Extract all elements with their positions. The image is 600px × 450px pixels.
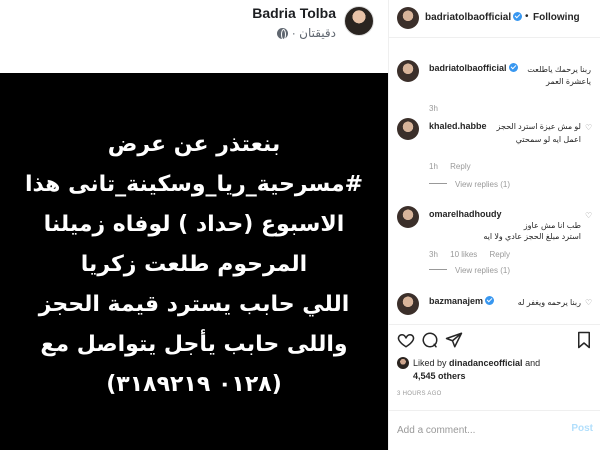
comment-meta: 3h bbox=[429, 104, 448, 113]
instagram-header: badriatolbaofficial • Following bbox=[389, 0, 600, 38]
post-image[interactable]: بنعتذر عن عرض #مسرحية_ريا_وسكينة_تانى هذ… bbox=[0, 73, 388, 450]
like-comment-heart-icon[interactable]: ♡ bbox=[585, 299, 593, 307]
heart-icon[interactable] bbox=[397, 331, 415, 349]
comment-text: استرد مبلغ الحجز عادي ولا ايه bbox=[483, 232, 581, 241]
comment-time[interactable]: 3h bbox=[429, 250, 438, 259]
image-text-line: اللي حابب يسترد قيمة الحجز bbox=[38, 292, 350, 317]
reply-link[interactable]: Reply bbox=[450, 162, 470, 171]
image-text-line: بنعتذر عن عرض bbox=[107, 132, 281, 157]
likes-count[interactable]: 4,545 others bbox=[413, 371, 466, 381]
post-time[interactable]: دقيقتان · bbox=[292, 26, 336, 40]
header-separator: • bbox=[525, 11, 529, 22]
comment-meta: 1h Reply bbox=[429, 162, 481, 171]
image-text-line: (٠١٢٨ ٣١٨٩٢١٩) bbox=[106, 372, 282, 397]
liker-avatar[interactable] bbox=[397, 357, 409, 369]
like-comment-heart-icon[interactable]: ♡ bbox=[585, 212, 593, 220]
commenter-avatar[interactable] bbox=[397, 293, 419, 315]
comment-text: ربنا يرحمك ياطلعت bbox=[527, 65, 591, 74]
username-text: badriatolbaofficial bbox=[429, 63, 507, 73]
username-text: badriatolbaofficial bbox=[425, 12, 512, 23]
liked-by-line: Liked by dinadanceofficial and bbox=[413, 358, 540, 368]
comment-time[interactable]: 1h bbox=[429, 162, 438, 171]
comment-text: ياعشرة العمر bbox=[546, 77, 591, 86]
commenter-username[interactable]: badriatolbaofficial bbox=[429, 63, 518, 73]
image-text-line: المرحوم طلعت زكريا bbox=[80, 252, 308, 277]
view-replies-link[interactable]: View replies (1) bbox=[455, 266, 510, 275]
post-button[interactable]: Post bbox=[571, 423, 593, 434]
comment-text: اعمل ايه لو سمحتي bbox=[515, 135, 581, 144]
view-replies-link[interactable]: View replies (1) bbox=[455, 180, 510, 189]
liked-by-prefix: Liked by bbox=[413, 358, 450, 368]
comment-bubble-icon[interactable] bbox=[421, 331, 439, 349]
image-text: بنعتذر عن عرض #مسرحية_ريا_وسكينة_تانى هذ… bbox=[14, 125, 374, 405]
commenter-username[interactable]: bazmanajem bbox=[429, 296, 495, 306]
image-text-line: واللى حابب يأجل يتواصل مع bbox=[40, 332, 348, 357]
account-avatar[interactable] bbox=[397, 7, 419, 29]
author-avatar[interactable] bbox=[344, 6, 374, 36]
comment-input[interactable] bbox=[397, 422, 557, 438]
liker-username[interactable]: dinadanceofficial bbox=[449, 358, 523, 368]
facebook-post: Badria Tolba دقيقتان · بنعتذر عن عرض #مس… bbox=[0, 0, 388, 450]
commenter-avatar[interactable] bbox=[397, 118, 419, 140]
comment-text: ربنا يرحمه ويغفر له bbox=[517, 298, 581, 307]
comment-like-count[interactable]: 10 likes bbox=[450, 250, 477, 259]
verified-badge-icon bbox=[508, 63, 518, 72]
verified-badge-icon bbox=[513, 12, 523, 21]
account-username[interactable]: badriatolbaofficial bbox=[425, 12, 523, 23]
reply-link[interactable]: Reply bbox=[490, 250, 510, 259]
image-text-line: الاسبوع (حداد ) لوفاه زميلنا bbox=[43, 212, 345, 237]
liked-by-connector: and bbox=[522, 358, 541, 368]
commenter-avatar[interactable] bbox=[397, 60, 419, 82]
author-name[interactable]: Badria Tolba bbox=[252, 5, 336, 21]
comment-meta: 3h 10 likes Reply bbox=[429, 250, 520, 259]
post-header: Badria Tolba دقيقتان · bbox=[0, 0, 388, 64]
image-text-line: #مسرحية_ريا_وسكينة_تانى هذا bbox=[24, 172, 364, 197]
share-icon[interactable] bbox=[445, 331, 463, 349]
add-comment-bar: Post bbox=[389, 410, 600, 450]
commenter-avatar[interactable] bbox=[397, 206, 419, 228]
verified-badge-icon bbox=[485, 296, 495, 305]
post-actions bbox=[389, 324, 600, 354]
instagram-panel: badriatolbaofficial • Following badriato… bbox=[388, 0, 600, 450]
globe-icon bbox=[276, 27, 288, 40]
following-button[interactable]: Following bbox=[533, 12, 580, 23]
like-comment-heart-icon[interactable]: ♡ bbox=[585, 124, 593, 132]
comment-time[interactable]: 3h bbox=[429, 104, 438, 113]
bookmark-icon[interactable] bbox=[575, 331, 593, 349]
username-text: bazmanajem bbox=[429, 296, 484, 306]
post-timestamp[interactable]: 3 HOURS AGO bbox=[397, 391, 442, 397]
comment-text: لو مش عيزة استرد الحجز bbox=[496, 122, 581, 131]
commenter-username[interactable]: khaled.habbe bbox=[429, 121, 487, 131]
post-meta: دقيقتان · bbox=[276, 26, 336, 40]
commenter-username[interactable]: omarelhadhoudy bbox=[429, 209, 502, 219]
comment-text: طب انا مش عاوز bbox=[523, 221, 581, 230]
